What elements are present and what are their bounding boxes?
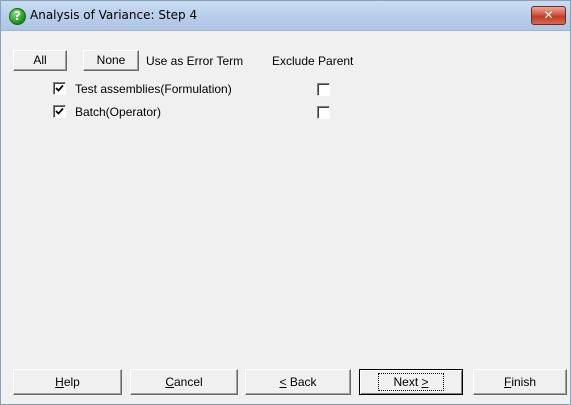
help-button[interactable]: Help (13, 369, 122, 395)
finish-label: inish (511, 375, 537, 389)
next-label: Next (393, 375, 422, 389)
dialog-content: All None Use as Error Term Exclude Paren… (1, 32, 570, 404)
exclude-parent-header: Exclude Parent (272, 54, 354, 68)
error-term-header: Use as Error Term (146, 54, 244, 68)
back-mnemonic: < (279, 375, 287, 389)
question-icon: ? (9, 8, 26, 25)
checkmark-icon (55, 84, 64, 92)
row-label-1: Batch(Operator) (75, 105, 162, 119)
error-term-checkbox-0[interactable] (53, 82, 66, 95)
back-button[interactable]: < Back (245, 369, 351, 395)
window-title: Analysis of Variance: Step 4 (30, 8, 198, 22)
dialog-window: ? Analysis of Variance: Step 4 ✕ All Non… (0, 0, 571, 405)
finish-button[interactable]: Finish (473, 369, 567, 395)
select-all-button[interactable]: All (13, 50, 67, 71)
exclude-parent-checkbox-0[interactable] (317, 83, 330, 96)
cancel-button[interactable]: Cancel (130, 369, 238, 395)
help-mnemonic: H (55, 375, 64, 389)
help-label: elp (63, 375, 80, 389)
exclude-parent-checkbox-1[interactable] (317, 106, 330, 119)
close-button[interactable]: ✕ (531, 6, 566, 25)
next-focus-rect: Next > (378, 373, 444, 391)
cancel-mnemonic: C (165, 375, 174, 389)
title-bar[interactable]: ? Analysis of Variance: Step 4 ✕ (1, 1, 570, 31)
close-icon: ✕ (543, 8, 554, 22)
next-button[interactable]: Next > (359, 369, 463, 395)
back-label: Back (286, 375, 317, 389)
select-none-button[interactable]: None (83, 50, 139, 71)
next-mnemonic: > (421, 375, 429, 389)
checkmark-icon (55, 107, 64, 115)
error-term-checkbox-1[interactable] (53, 105, 66, 118)
cancel-label: ancel (173, 375, 203, 389)
row-label-0: Test assemblies(Formulation) (75, 82, 232, 96)
